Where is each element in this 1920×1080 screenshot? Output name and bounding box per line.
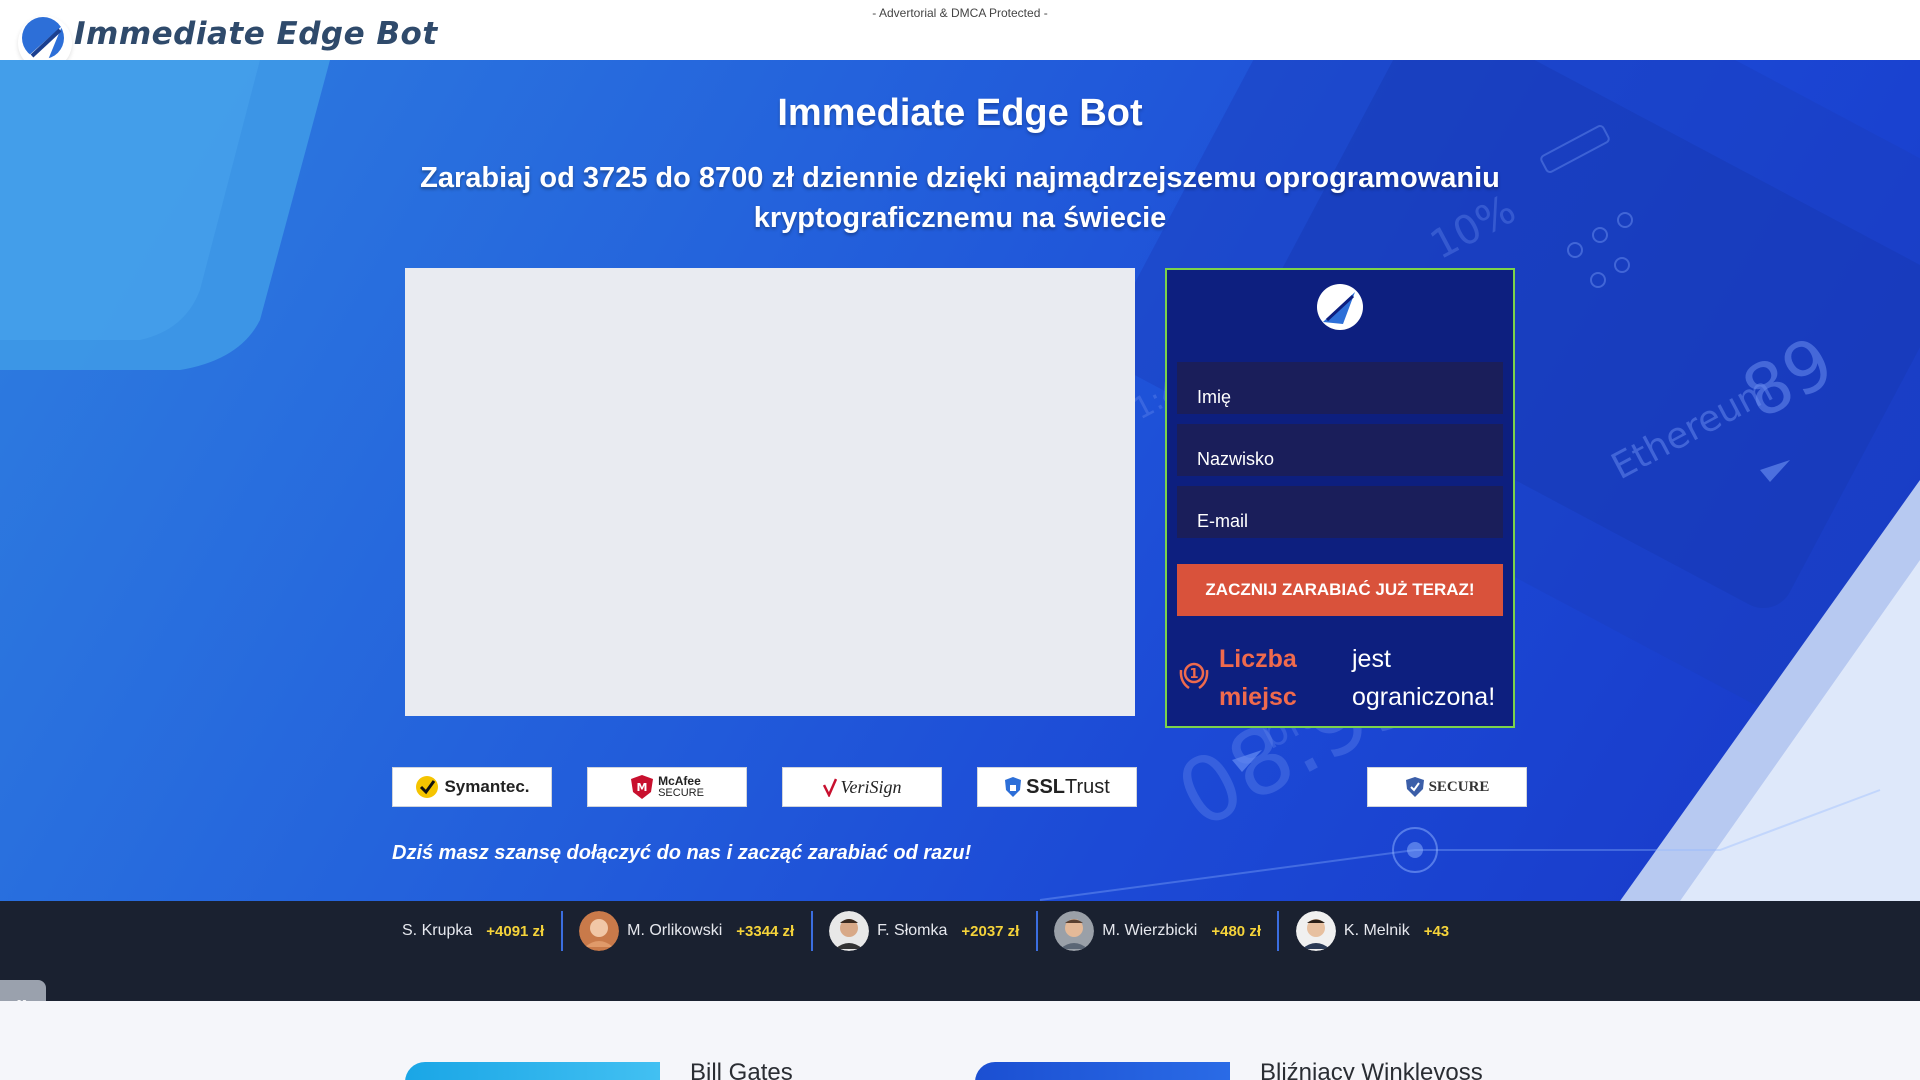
ticker-name: S. Krupka bbox=[402, 922, 473, 939]
ticker-separator bbox=[1277, 911, 1280, 951]
limit-highlight-text: Liczba miejsc bbox=[1219, 645, 1297, 711]
ssl-label: SSL bbox=[1026, 775, 1066, 798]
testimonials-section: Bill Gates Bliźniacy Winklevoss bbox=[0, 1001, 1920, 1080]
check-icon bbox=[414, 774, 440, 800]
limit-rest-text: jest ograniczona! bbox=[1352, 645, 1496, 711]
video-player[interactable] bbox=[405, 268, 1135, 716]
shield-check-icon bbox=[1405, 776, 1425, 798]
card-image bbox=[405, 1062, 660, 1080]
verisign-check-icon bbox=[822, 777, 837, 797]
start-earning-button[interactable]: ZACZNIJ ZARABIAĆ JUŻ TERAZ! bbox=[1177, 564, 1503, 616]
ssl-trust-badge: SSL Trust bbox=[977, 767, 1137, 807]
card-name: Bliźniacy Winklevoss bbox=[1260, 1059, 1483, 1080]
ticker-name: M. Wierzbicki bbox=[1102, 922, 1198, 939]
ticker-item: M. Orlikowski +3344 zł bbox=[579, 909, 794, 953]
ticker-amount: +2037 zł bbox=[961, 922, 1020, 940]
ticker-track: S. Krupka +4091 zł M. Orlikowski +3344 z… bbox=[402, 909, 1514, 953]
first-name-field[interactable] bbox=[1177, 362, 1503, 414]
avatar bbox=[829, 911, 870, 951]
mcafee-label: McAfee bbox=[658, 774, 701, 788]
signup-form: ZACZNIJ ZARABIAĆ JUŻ TERAZ! 1 Liczba mie… bbox=[1165, 268, 1515, 728]
symantec-label: Symantec. bbox=[444, 777, 530, 796]
secure-badge: SECURE bbox=[1367, 767, 1527, 807]
medal-icon: 1 bbox=[1179, 662, 1209, 690]
advertorial-notice: - Advertorial & DMCA Protected - bbox=[872, 6, 1048, 20]
mcafee-shield-icon: M bbox=[630, 774, 654, 800]
ticker-item: F. Słomka +2037 zł bbox=[829, 909, 1019, 953]
symantec-badge: Symantec. bbox=[392, 767, 552, 807]
hero-section: 89 Ethereum 08.95 10% bitcoin 1:41 AM Im… bbox=[0, 60, 1920, 901]
mcafee-secure-label: SECURE bbox=[658, 787, 704, 799]
medal-number: 1 bbox=[1189, 667, 1198, 682]
trust-label: Trust bbox=[1065, 775, 1110, 798]
form-logo-icon bbox=[1317, 284, 1363, 330]
svg-text:M: M bbox=[637, 781, 648, 794]
ticker-item: M. Wierzbicki +480 zł bbox=[1054, 909, 1261, 953]
ticker-amount: +480 zł bbox=[1211, 922, 1261, 940]
ticker-name: M. Orlikowski bbox=[627, 922, 723, 939]
site-header: Immediate Edge Bot - Advertorial & DMCA … bbox=[0, 0, 1920, 70]
email-field[interactable] bbox=[1177, 486, 1503, 538]
avatar bbox=[1295, 911, 1336, 951]
hero-tagline: Dziś masz szansę dołączyć do nas i zaczą… bbox=[392, 842, 972, 864]
ticker-item: S. Krupka +4091 zł bbox=[402, 909, 544, 953]
card-name: Bill Gates bbox=[690, 1059, 793, 1080]
ticker-name: F. Słomka bbox=[877, 922, 948, 939]
verisign-label: VeriSign bbox=[840, 776, 902, 797]
hero-subtitle: Zarabiaj od 3725 do 8700 zł dziennie dzi… bbox=[420, 162, 1500, 234]
secure-label: SECURE bbox=[1428, 778, 1490, 795]
ticker-separator bbox=[1035, 911, 1038, 951]
avatar bbox=[1054, 911, 1095, 951]
mcafee-badge: M McAfee SECURE bbox=[587, 767, 747, 807]
ticker-amount: +4091 zł bbox=[486, 922, 545, 940]
ticker-name: K. Melnik bbox=[1343, 922, 1410, 939]
ticker-amount: +43 bbox=[1423, 922, 1450, 940]
earnings-ticker: S. Krupka +4091 zł M. Orlikowski +3344 z… bbox=[0, 901, 1920, 1001]
limited-places-notice: 1 Liczba miejsc jest ograniczona! bbox=[1177, 640, 1507, 720]
ticker-separator bbox=[560, 911, 563, 951]
last-name-field[interactable] bbox=[1177, 424, 1503, 476]
hero-title: Immediate Edge Bot bbox=[777, 92, 1143, 134]
verisign-badge: VeriSign bbox=[782, 767, 942, 807]
ticker-amount: +3344 zł bbox=[736, 922, 795, 940]
brand-name: Immediate Edge Bot bbox=[74, 16, 438, 52]
ticker-item: K. Melnik +43 bbox=[1295, 909, 1450, 953]
lock-icon bbox=[1004, 776, 1022, 798]
ticker-separator bbox=[810, 911, 813, 951]
card-image bbox=[975, 1062, 1230, 1080]
avatar bbox=[579, 911, 620, 951]
